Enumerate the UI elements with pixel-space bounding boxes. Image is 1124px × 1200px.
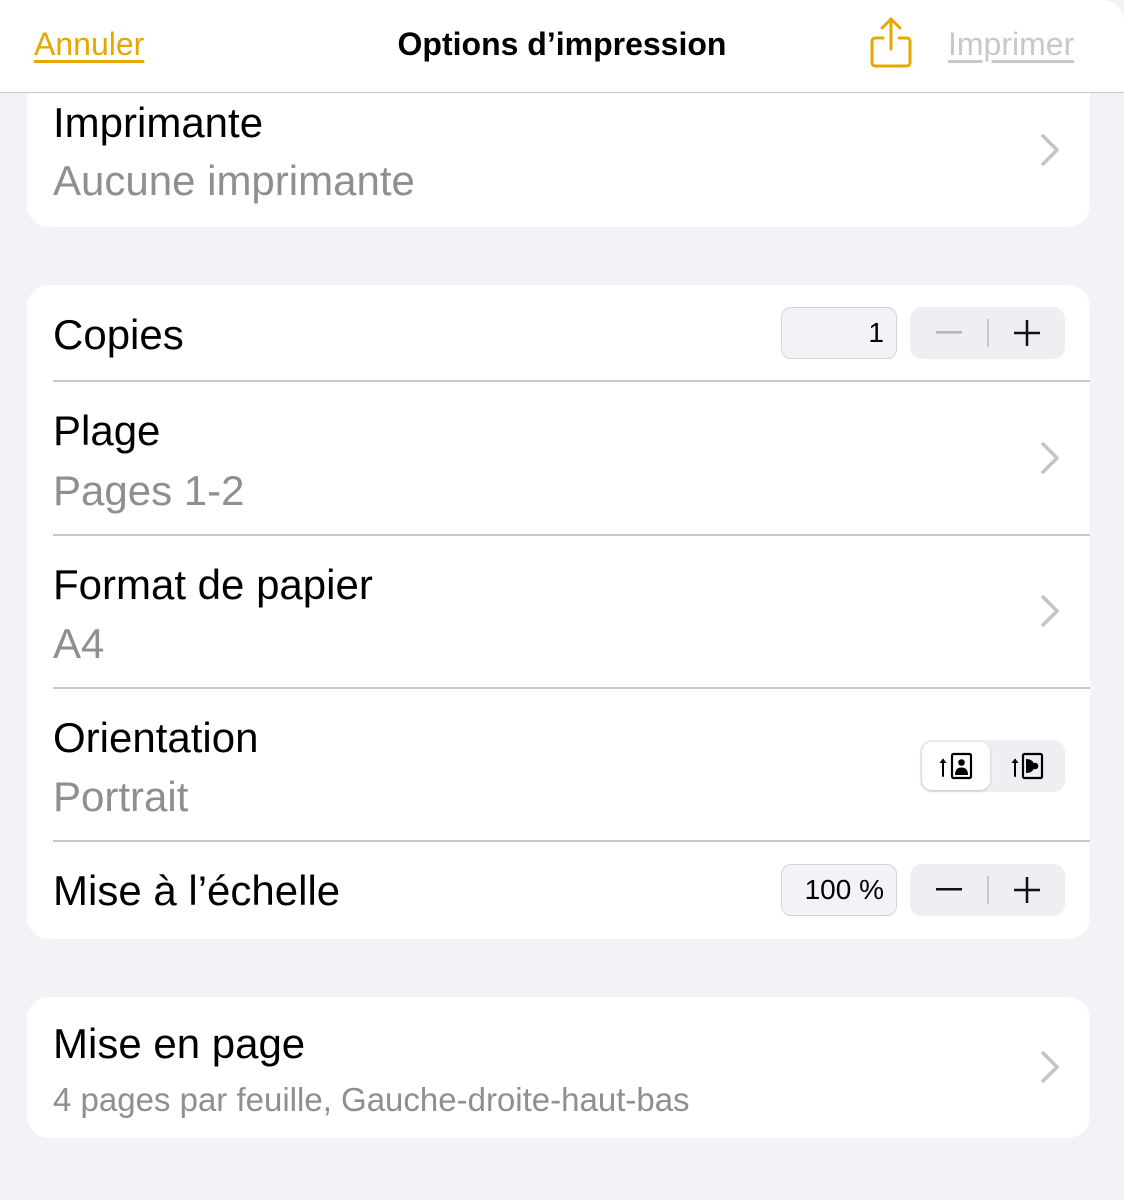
paper-format-label: Format de papier (53, 561, 373, 608)
copies-field[interactable]: 1 (781, 307, 897, 359)
orientation-segmented-control (920, 740, 1065, 792)
options-card: Copies 1 Plage Pages 1-2 Format de papie… (27, 285, 1090, 939)
copies-increment-button[interactable] (988, 307, 1065, 359)
landscape-orientation-button[interactable] (995, 742, 1063, 790)
layout-label: Mise en page (53, 1020, 306, 1067)
printer-label: Imprimante (53, 99, 264, 146)
copies-row: Copies 1 (27, 285, 1090, 381)
chevron-right-icon (1039, 441, 1061, 475)
copies-stepper (910, 307, 1065, 359)
print-button[interactable]: Imprimer (948, 26, 1074, 63)
range-value: Pages 1-2 (53, 467, 245, 514)
range-row[interactable]: Plage Pages 1-2 (27, 381, 1090, 534)
layout-row[interactable]: Mise en page 4 pages par feuille, Gauche… (27, 997, 1090, 1138)
paper-format-row[interactable]: Format de papier A4 (27, 535, 1090, 687)
chevron-right-icon (1039, 594, 1061, 628)
copies-label: Copies (53, 311, 184, 358)
share-icon[interactable] (868, 16, 914, 70)
printer-value: Aucune imprimante (53, 157, 415, 204)
layout-value: 4 pages par feuille, Gauche-droite-haut-… (53, 1081, 690, 1118)
scale-stepper (910, 864, 1065, 916)
orientation-label: Orientation (53, 714, 259, 761)
scale-increment-button[interactable] (988, 864, 1065, 916)
navigation-bar: Annuler Options d’impression Imprimer (0, 0, 1124, 93)
scale-label: Mise à l’échelle (53, 867, 341, 914)
layout-card: Mise en page 4 pages par feuille, Gauche… (27, 997, 1090, 1138)
printer-row[interactable]: Imprimante Aucune imprimante (27, 93, 1090, 227)
chevron-right-icon (1039, 133, 1061, 167)
paper-format-value: A4 (53, 620, 105, 667)
range-label: Plage (53, 407, 161, 454)
orientation-row: Orientation Portrait (27, 688, 1090, 840)
chevron-right-icon (1039, 1050, 1061, 1084)
orientation-value: Portrait (53, 773, 189, 820)
scale-row: Mise à l’échelle 100 % (27, 841, 1090, 939)
copies-decrement-button[interactable] (910, 307, 987, 359)
printer-card: Imprimante Aucune imprimante (27, 93, 1090, 227)
scale-decrement-button[interactable] (910, 864, 987, 916)
portrait-orientation-button[interactable] (922, 742, 990, 790)
scale-field[interactable]: 100 % (781, 864, 897, 916)
